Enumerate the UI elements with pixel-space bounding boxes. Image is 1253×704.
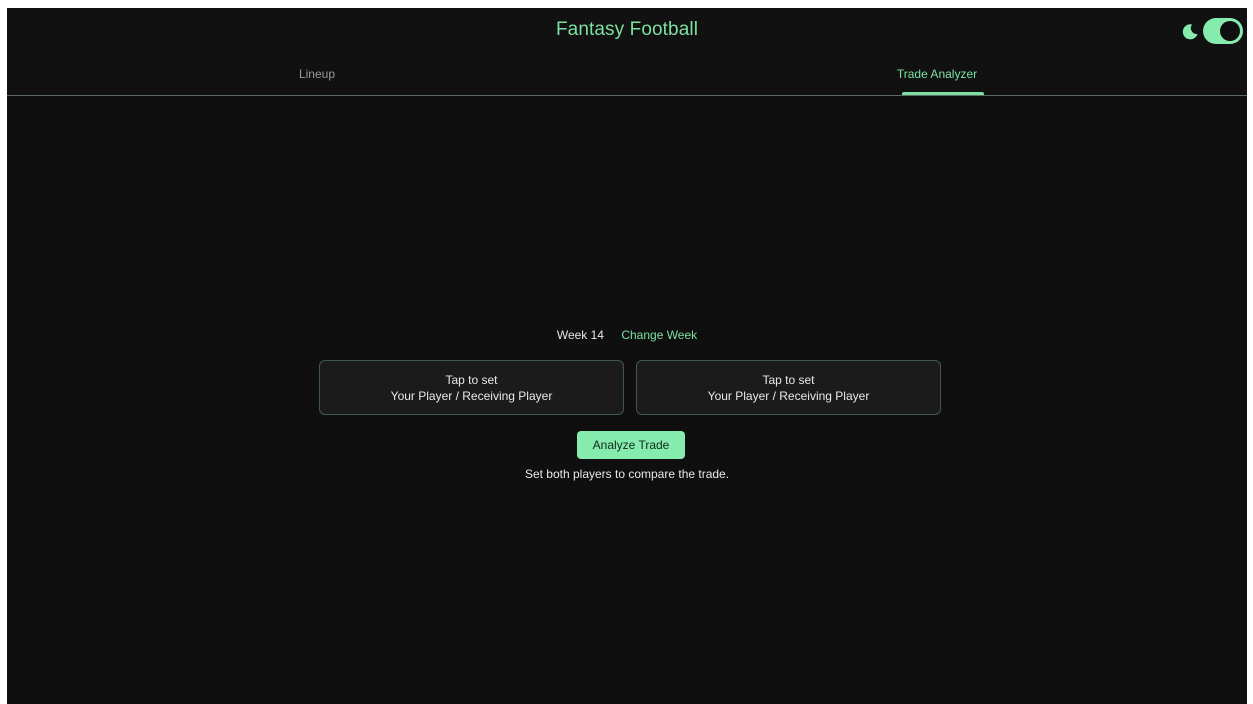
player-card-left[interactable]: Tap to set Your Player / Receiving Playe… [319,360,624,415]
active-tab-indicator [902,92,984,95]
player-card-right[interactable]: Tap to set Your Player / Receiving Playe… [636,360,941,415]
player-card-role: Your Player / Receiving Player [707,389,870,403]
week-row: Week 14 Change Week [7,328,1247,342]
change-week-link[interactable]: Change Week [621,328,697,342]
week-label: Week 14 [556,328,604,342]
moon-icon [1182,24,1198,40]
analyze-trade-button[interactable]: Analyze Trade [577,431,685,459]
hint-text: Set both players to compare the trade. [524,467,730,481]
switch-knob [1220,21,1240,41]
player-card-prompt: Tap to set [445,373,498,387]
tab-lineup[interactable]: Lineup [7,56,627,95]
player-card-prompt: Tap to set [762,373,815,387]
player-card-role: Your Player / Receiving Player [390,389,553,403]
tab-bar: Lineup Trade Analyzer [7,56,1247,96]
theme-toggle[interactable] [1181,16,1243,48]
app-window: Fantasy Football Lineup Trade Analyzer W… [7,8,1247,704]
tab-trade-analyzer[interactable]: Trade Analyzer [627,56,1247,95]
app-title: Fantasy Football [555,19,699,40]
dark-mode-switch[interactable] [1203,18,1243,44]
app-header: Fantasy Football [7,8,1247,56]
